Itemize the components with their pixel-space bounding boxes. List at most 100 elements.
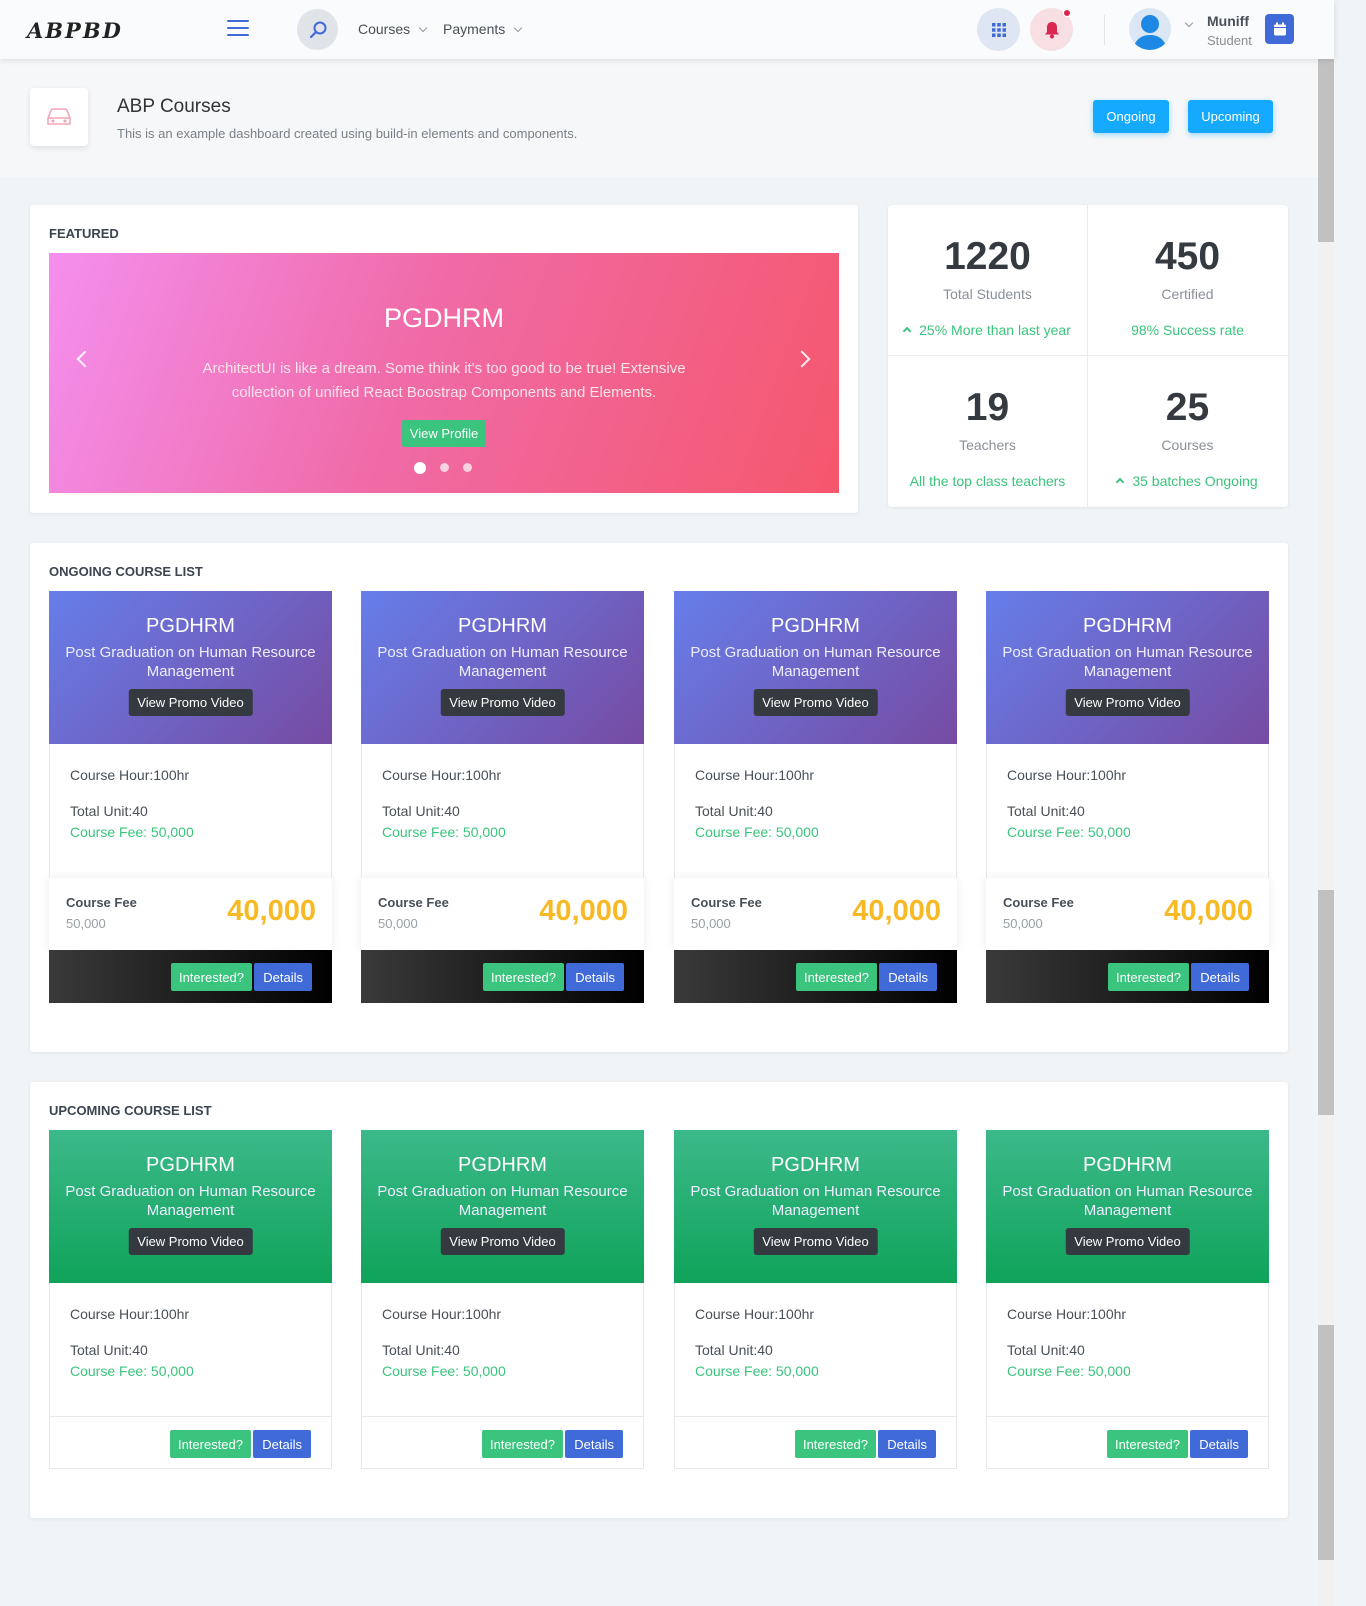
chevron-right-icon[interactable] (793, 350, 811, 368)
course-name: Post Graduation on Human Resource Manage… (65, 1183, 316, 1219)
course-code: PGDHRM (458, 1154, 547, 1176)
course-card-footer: Interested? Details (49, 1416, 332, 1469)
course-fee: Course Fee: 50,000 (695, 824, 819, 840)
ongoing-course-list: ONGOING COURSE LIST PGDHRM Post Graduatio… (30, 543, 1288, 1052)
page-title-bar: ABP Courses This is an example dashboard… (0, 59, 1318, 177)
course-fee: Course Fee: 50,000 (1007, 1363, 1131, 1379)
new-price: 40,000 (852, 895, 941, 927)
interested-button[interactable]: Interested? (481, 1430, 563, 1458)
course-unit: Total Unit:40 (70, 803, 148, 819)
carousel-dot[interactable] (463, 463, 472, 472)
course-card-header: PGDHRM Post Graduation on Human Resource … (361, 591, 644, 744)
price-label: Course Fee (66, 895, 137, 910)
course-fee: Course Fee: 50,000 (70, 824, 194, 840)
course-hour: Course Hour:100hr (382, 1306, 502, 1322)
course-unit: Total Unit:40 (382, 803, 460, 819)
course-price-box: Course Fee 50,000 40,000 (674, 878, 957, 950)
course-unit: Total Unit:40 (70, 1342, 148, 1358)
nav-courses[interactable]: Courses (358, 21, 428, 37)
details-button[interactable]: Details (565, 1430, 623, 1458)
course-card-footer: Interested? Details (986, 1416, 1269, 1469)
featured-title: FEATURED (49, 226, 119, 241)
new-price: 40,000 (1164, 895, 1253, 927)
chevron-down-icon[interactable] (1184, 18, 1194, 28)
upcoming-button[interactable]: Upcoming (1188, 100, 1273, 133)
view-promo-video-button[interactable]: View Promo Video (440, 689, 565, 716)
details-button[interactable]: Details (566, 963, 624, 991)
carousel-dot[interactable] (414, 461, 426, 474)
nav-payments-label: Payments (443, 21, 506, 37)
app-header: ABPBD Courses Payments Muniff Student (0, 0, 1334, 59)
course-card-header: PGDHRM Post Graduation on Human Resource … (49, 1130, 332, 1283)
course-card: PGDHRM Post Graduation on Human Resource … (986, 591, 1269, 1003)
view-promo-video-button[interactable]: View Promo Video (753, 1228, 878, 1255)
interested-button[interactable]: Interested? (482, 963, 564, 991)
new-price: 40,000 (539, 895, 628, 927)
course-card: PGDHRM Post Graduation on Human Resource … (361, 1130, 644, 1469)
course-code: PGDHRM (146, 1154, 235, 1176)
nav-payments[interactable]: Payments (443, 21, 523, 37)
interested-button[interactable]: Interested? (1107, 963, 1189, 991)
course-price-box: Course Fee 50,000 40,000 (361, 878, 644, 950)
course-card: PGDHRM Post Graduation on Human Resource … (49, 1130, 332, 1469)
course-name: Post Graduation on Human Resource Manage… (65, 644, 316, 680)
details-button[interactable]: Details (1191, 963, 1249, 991)
course-price-box: Course Fee 50,000 40,000 (986, 878, 1269, 950)
course-code: PGDHRM (146, 615, 235, 637)
details-button[interactable]: Details (254, 963, 312, 991)
interested-button[interactable]: Interested? (794, 1430, 876, 1458)
course-card-header: PGDHRM Post Graduation on Human Resource … (361, 1130, 644, 1283)
view-promo-video-button[interactable]: View Promo Video (753, 689, 878, 716)
price-label: Course Fee (1003, 895, 1074, 910)
details-button[interactable]: Details (878, 1430, 936, 1458)
interested-button[interactable]: Interested? (1106, 1430, 1188, 1458)
stat-total-students: 1220 Total Students 25% More than last y… (888, 205, 1087, 355)
course-code: PGDHRM (458, 615, 547, 637)
upcoming-title: UPCOMING COURSE LIST (49, 1103, 212, 1118)
ongoing-title: ONGOING COURSE LIST (49, 564, 203, 579)
view-promo-video-button[interactable]: View Promo Video (1065, 1228, 1190, 1255)
bell-icon (1044, 21, 1059, 38)
search-button[interactable] (297, 9, 338, 50)
notifications-button[interactable] (1030, 8, 1073, 51)
view-promo-video-button[interactable]: View Promo Video (440, 1228, 565, 1255)
course-name: Post Graduation on Human Resource Manage… (377, 1183, 628, 1219)
course-card-body: Course Hour:100hr Total Unit:40 Course Fee… (986, 744, 1269, 878)
course-hour: Course Hour:100hr (70, 1306, 190, 1322)
apps-grid-button[interactable] (977, 8, 1020, 51)
stat-value: 450 (1154, 235, 1221, 278)
details-button[interactable]: Details (1190, 1430, 1248, 1458)
interested-button[interactable]: Interested? (170, 963, 252, 991)
notification-badge (1063, 9, 1071, 17)
calendar-button[interactable] (1265, 14, 1294, 44)
interested-button[interactable]: Interested? (795, 963, 877, 991)
view-promo-video-button[interactable]: View Promo Video (128, 689, 253, 716)
search-icon (309, 21, 326, 38)
menu-toggle-icon[interactable] (227, 20, 249, 36)
course-hour: Course Hour:100hr (1007, 767, 1127, 783)
course-unit: Total Unit:40 (1007, 803, 1085, 819)
view-profile-button[interactable]: View Profile (402, 420, 486, 447)
view-promo-video-button[interactable]: View Promo Video (1065, 689, 1190, 716)
scrollbar-thumb[interactable] (1318, 1325, 1334, 1560)
view-promo-video-button[interactable]: View Promo Video (128, 1228, 253, 1255)
details-button[interactable]: Details (253, 1430, 311, 1458)
carousel-dot[interactable] (440, 463, 449, 472)
stat-label: Courses (1161, 437, 1214, 453)
details-button[interactable]: Details (879, 963, 937, 991)
interested-button[interactable]: Interested? (169, 1430, 251, 1458)
chevron-left-icon[interactable] (76, 350, 94, 368)
avatar[interactable] (1129, 8, 1171, 50)
user-role: Student (1207, 33, 1252, 48)
course-name: Post Graduation on Human Resource Manage… (1002, 644, 1253, 680)
scrollbar-thumb[interactable] (1318, 890, 1334, 1115)
ongoing-button[interactable]: Ongoing (1093, 100, 1169, 133)
course-card: PGDHRM Post Graduation on Human Resource … (674, 591, 957, 1003)
stat-teachers: 19 Teachers All the top class teachers (888, 356, 1087, 506)
course-card-body: Course Hour:100hr Total Unit:40 Course Fee… (674, 1283, 957, 1416)
stat-trend-text: 25% More than last year (919, 322, 1071, 338)
carousel-indicators (414, 461, 472, 474)
app-logo[interactable]: ABPBD (27, 18, 123, 43)
stat-label: Total Students (943, 286, 1032, 302)
arrow-up-icon (902, 326, 912, 336)
